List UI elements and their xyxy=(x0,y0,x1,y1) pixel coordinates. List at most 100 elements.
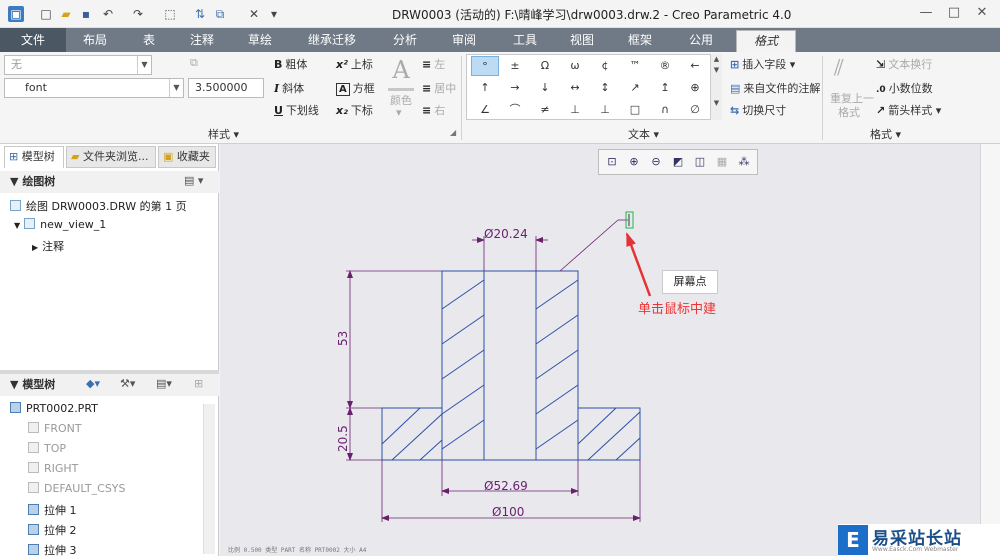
dimension-height-top[interactable]: 53 xyxy=(336,270,442,409)
repeat-format-icon[interactable]: ⫽ xyxy=(834,56,862,84)
symbol-button[interactable]: ↔ xyxy=(561,78,589,98)
symbol-button[interactable]: Ω xyxy=(531,56,559,76)
align-left-button[interactable]: ≡ 左 xyxy=(422,56,445,72)
symbol-button[interactable]: ∅ xyxy=(681,100,709,120)
close-icon[interactable]: ✕ xyxy=(972,4,992,22)
display-style-icon[interactable]: ◆▾ xyxy=(86,377,100,390)
font-select[interactable]: font ▼ xyxy=(4,78,184,98)
tree-item-top[interactable]: TOP xyxy=(28,442,66,455)
drawing-root-node[interactable]: 绘图 DRW0003.DRW 的第 1 页 xyxy=(10,198,187,214)
app-logo-icon[interactable]: ▣ xyxy=(8,6,24,22)
tab-format[interactable]: 格式 xyxy=(736,30,796,52)
drawing-canvas[interactable]: ⊡ ⊕ ⊖ ◩ ◫ ▦ ⁂ Ø20.24 53 20.5 Ø52.69 Ø100… xyxy=(220,144,980,556)
copy-style-icon[interactable]: ⧉ xyxy=(190,56,204,72)
text-wrap-button[interactable]: ⇲ 文本换行 xyxy=(876,56,932,72)
superscript-button[interactable]: x² 上标 xyxy=(336,56,373,72)
text-style-select[interactable]: 无 ▼ xyxy=(4,55,152,75)
select-box-icon[interactable]: ⬚ xyxy=(162,6,178,22)
redo-icon[interactable]: ↷ xyxy=(130,6,146,22)
symbol-button[interactable]: ⊥ xyxy=(561,100,589,120)
toggle-dimension-button[interactable]: ⇆ 切换尺寸 xyxy=(730,102,786,118)
symbol-button[interactable]: ↗ xyxy=(621,78,649,98)
symbol-button[interactable]: ⊕ xyxy=(681,78,709,98)
insert-field-button[interactable]: ⊞ 插入字段 ▾ xyxy=(730,56,795,72)
new-file-icon[interactable]: □ xyxy=(38,6,54,22)
tab-legacy-migration[interactable]: 继承迁移 xyxy=(296,28,368,52)
tree-settings-icon[interactable]: ▤ ▾ xyxy=(184,174,203,187)
symbol-button[interactable]: ∠ xyxy=(471,100,499,120)
tab-tools[interactable]: 工具 xyxy=(498,28,552,52)
tools-icon[interactable]: ⚒▾ xyxy=(120,377,135,390)
view-node[interactable]: ▼ new_view_1 xyxy=(14,218,106,231)
symbol-button[interactable]: ω xyxy=(561,56,589,76)
align-center-button[interactable]: ≡ 居中 xyxy=(422,80,456,96)
tab-favorites[interactable]: ▣ 收藏夹 xyxy=(158,146,216,168)
open-folder-icon[interactable]: ▰ xyxy=(58,6,74,22)
underline-button[interactable]: U 下划线 xyxy=(274,102,319,118)
symbol-button[interactable]: → xyxy=(501,78,529,98)
symbol-button[interactable]: ® xyxy=(651,56,679,76)
symbol-button[interactable]: ¢ xyxy=(591,56,619,76)
customize-toolbar-icon[interactable]: ▾ xyxy=(266,6,282,22)
tree-item-extrude-1[interactable]: 拉伸 1 xyxy=(28,502,77,518)
tab-layout[interactable]: 布局 xyxy=(70,28,120,52)
align-right-button[interactable]: ≡ 右 xyxy=(422,102,445,118)
tab-sketch[interactable]: 草绘 xyxy=(234,28,286,52)
arrow-style-button[interactable]: ↗ 箭头样式 ▾ xyxy=(876,102,941,118)
symbol-button[interactable]: □ xyxy=(621,100,649,120)
symbol-button[interactable]: ↥ xyxy=(651,78,679,98)
tree-item-extrude-2[interactable]: 拉伸 2 xyxy=(28,522,77,538)
tab-frame[interactable]: 框架 xyxy=(614,28,666,52)
tree-item-csys[interactable]: DEFAULT_CSYS xyxy=(28,482,126,495)
tree-scrollbar[interactable] xyxy=(203,404,215,554)
text-group-label[interactable]: 文本 ▾ xyxy=(628,126,659,142)
symbol-button[interactable]: ™ xyxy=(621,56,649,76)
text-color-icon[interactable]: A xyxy=(388,56,414,90)
subscript-button[interactable]: x₂ 下标 xyxy=(336,102,373,118)
note-from-file-button[interactable]: ▤ 来自文件的注解 xyxy=(730,80,820,96)
tab-folder-browser[interactable]: ▰ 文件夹浏览... xyxy=(66,146,156,168)
italic-button[interactable]: I 斜体 xyxy=(274,80,304,96)
symbol-palette-scroll[interactable]: ▲ ▼ ▼ xyxy=(710,54,722,120)
tab-table[interactable]: 表 xyxy=(124,28,174,52)
dimension-height-bottom[interactable]: 20.5 xyxy=(336,407,382,461)
symbol-button[interactable]: ⊥ xyxy=(591,100,619,120)
tab-analysis[interactable]: 分析 xyxy=(378,28,432,52)
dimension-top-diameter[interactable]: Ø20.24 xyxy=(472,227,548,271)
dimension-mid-diameter[interactable]: Ø52.69 xyxy=(441,460,579,496)
style-group-label[interactable]: 样式 ▾ xyxy=(208,126,239,142)
format-group-label[interactable]: 格式 ▾ xyxy=(870,126,901,142)
decimal-places-button[interactable]: .0 小数位数 xyxy=(876,80,933,96)
text-height-input[interactable]: 3.500000 xyxy=(188,78,264,98)
symbol-button[interactable]: ↑ xyxy=(471,78,499,98)
dialog-launcher-icon[interactable]: ◢ xyxy=(450,128,456,137)
settings-list-icon[interactable]: ▤▾ xyxy=(156,377,172,390)
tab-common[interactable]: 公用 xyxy=(672,28,730,52)
symbol-button[interactable]: ∩ xyxy=(651,100,679,120)
bold-button[interactable]: B 粗体 xyxy=(274,56,307,72)
save-icon[interactable]: ▪ xyxy=(78,6,94,22)
tab-file[interactable]: 文件 xyxy=(0,28,66,52)
tab-view[interactable]: 视图 xyxy=(556,28,608,52)
model-tree-header[interactable]: ▼ 模型树 xyxy=(0,374,219,396)
minimize-icon[interactable]: — xyxy=(916,4,936,22)
symbol-button[interactable]: ↓ xyxy=(531,78,559,98)
symbol-button[interactable]: ≠ xyxy=(531,100,559,120)
filter-icon[interactable]: ⊞ xyxy=(194,377,203,390)
window-switch-icon[interactable]: ⧉ xyxy=(212,6,228,22)
tab-review[interactable]: 审阅 xyxy=(438,28,490,52)
tree-item-right[interactable]: RIGHT xyxy=(28,462,78,475)
symbol-button[interactable]: ° xyxy=(471,56,499,76)
annotation-node[interactable]: ▶ 注释 xyxy=(32,238,64,254)
box-button[interactable]: A 方框 xyxy=(336,80,375,96)
regenerate-icon[interactable]: ⇅ xyxy=(192,6,208,22)
tab-model-tree[interactable]: ⊞ 模型树 xyxy=(4,146,64,168)
tree-item-extrude-3[interactable]: 拉伸 3 xyxy=(28,542,77,556)
tree-item-front[interactable]: FRONT xyxy=(28,422,82,435)
close-window-icon[interactable]: ✕ xyxy=(246,6,262,22)
symbol-button[interactable]: ↕ xyxy=(591,78,619,98)
symbol-button[interactable]: ⌒ xyxy=(501,100,529,120)
symbol-button[interactable]: ← xyxy=(681,56,709,76)
tab-annotate[interactable]: 注释 xyxy=(176,28,228,52)
maximize-icon[interactable]: □ xyxy=(944,4,964,22)
